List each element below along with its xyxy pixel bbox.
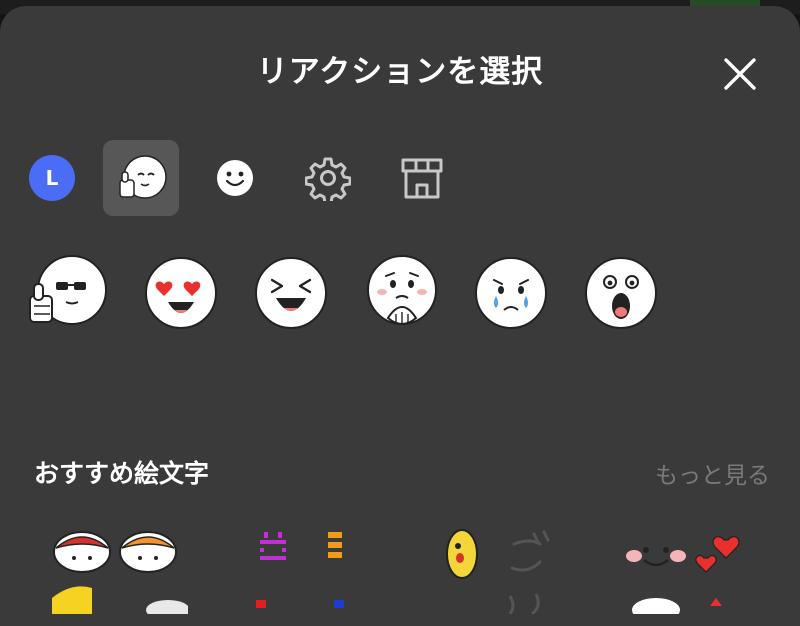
crying-reaction[interactable]	[472, 254, 552, 334]
yellow-character-emoji[interactable]	[440, 514, 580, 616]
touched-reaction[interactable]	[362, 254, 442, 334]
laughing-reaction[interactable]	[252, 254, 332, 334]
recommended-emoji-title: おすすめ絵文字	[34, 459, 210, 488]
tab-emoji[interactable]	[197, 140, 273, 216]
heart-eyes-icon	[145, 257, 217, 329]
surprised-face-icon	[585, 257, 657, 329]
thumbs-up-face-icon	[119, 155, 167, 199]
close-icon	[724, 58, 756, 90]
sushi-icon	[52, 531, 190, 620]
surprised-reaction[interactable]	[582, 254, 662, 334]
close-button[interactable]	[718, 52, 762, 96]
l-badge-icon: L	[29, 155, 75, 201]
thumbs-up-face-icon	[29, 255, 107, 325]
sheet-title: リアクションを選択	[256, 54, 544, 90]
smile-icon	[217, 160, 253, 196]
touched-face-icon	[367, 255, 437, 325]
shop-icon	[401, 158, 443, 199]
yellow-character-icon	[446, 529, 550, 616]
tab-shop[interactable]	[384, 140, 460, 216]
sushi-emoji[interactable]	[48, 514, 190, 620]
tab-line-account[interactable]: L	[14, 140, 90, 216]
heart-eyes-reaction[interactable]	[142, 254, 222, 334]
reaction-picker-sheet: リアクションを選択 L おすすめ絵文字 もっと見る	[0, 6, 800, 626]
smile-hearts-icon	[626, 536, 740, 622]
gear-icon	[305, 157, 351, 201]
see-more-link[interactable]: もっと見る	[655, 456, 770, 490]
crying-face-icon	[475, 257, 547, 329]
pixel-character-icon	[256, 532, 344, 608]
smile-hearts-emoji[interactable]	[620, 514, 760, 622]
thumbs-up-sunglasses-reaction[interactable]	[28, 254, 108, 334]
pixel-emoji[interactable]	[250, 514, 390, 614]
tab-line-friends[interactable]	[103, 140, 179, 216]
tab-settings[interactable]	[290, 140, 366, 216]
laughing-face-icon	[255, 257, 327, 329]
